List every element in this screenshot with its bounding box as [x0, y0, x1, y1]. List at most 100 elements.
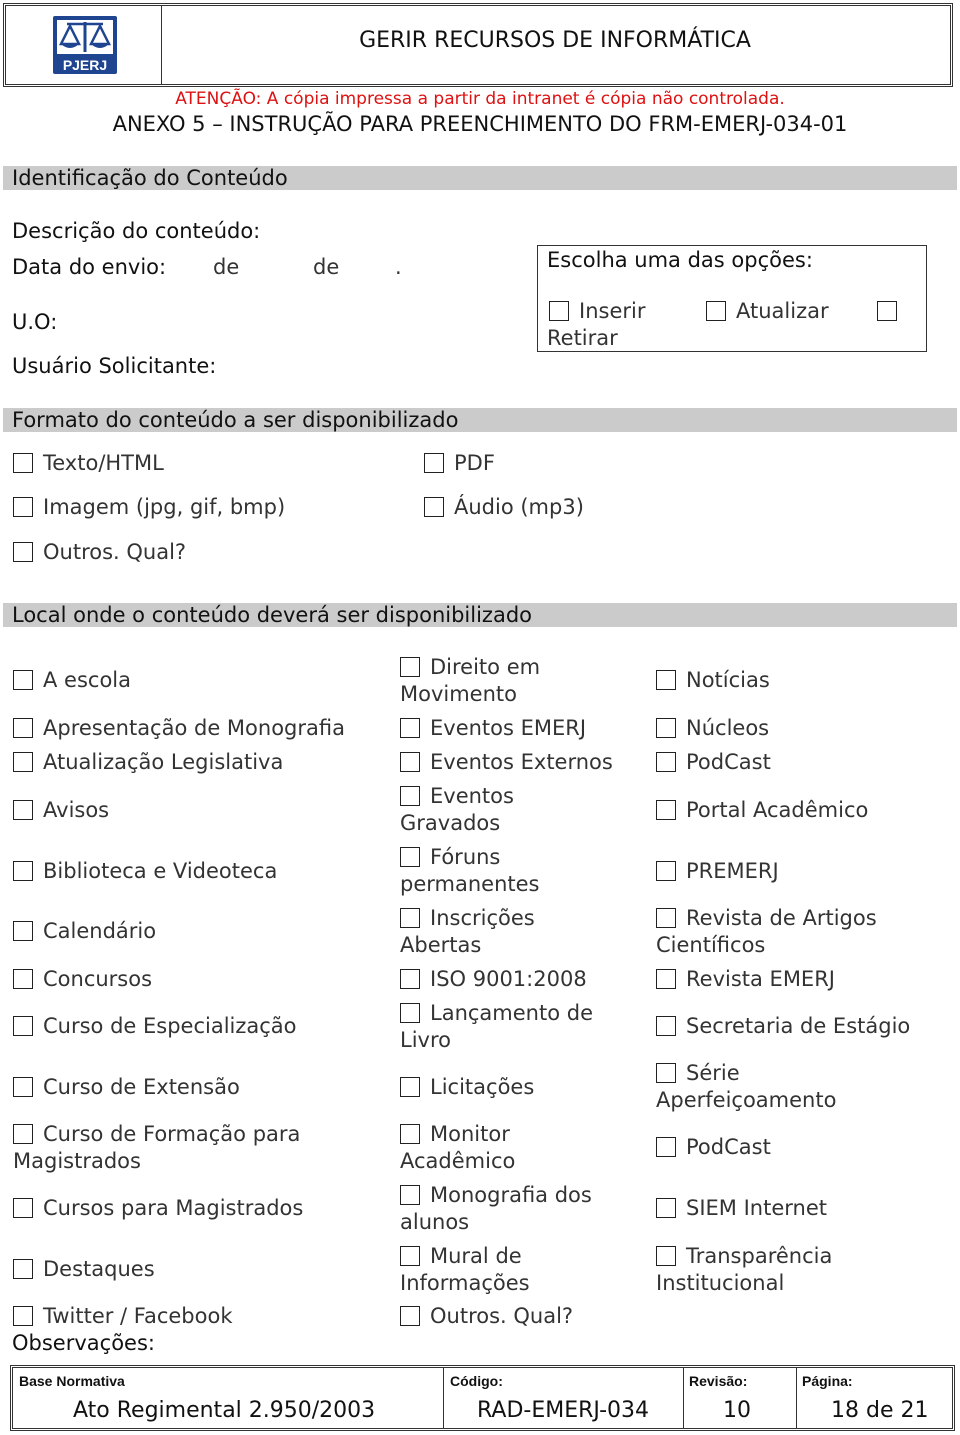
location-option-monografia-dos-alunos[interactable]: Monografia dos alunos — [400, 1182, 615, 1236]
checkbox[interactable] — [400, 1124, 420, 1144]
location-option-a-escola[interactable]: A escola — [13, 667, 131, 694]
location-option-direito-em-movimento[interactable]: Direito em Movimento — [400, 654, 615, 708]
checkbox[interactable] — [13, 921, 33, 941]
checkbox[interactable] — [13, 861, 33, 881]
checkbox[interactable] — [400, 786, 420, 806]
checkbox[interactable] — [13, 453, 33, 473]
location-option-apresentacao-de-monografia[interactable]: Apresentação de Monografia — [13, 715, 345, 742]
format-texto-html[interactable]: Texto/HTML — [13, 450, 164, 477]
checkbox[interactable] — [13, 752, 33, 772]
format-outros[interactable]: Outros. Qual? — [13, 539, 186, 566]
checkbox[interactable] — [400, 752, 420, 772]
option-label: ISO 9001:2008 — [430, 967, 587, 991]
location-option-cursos-para-magistrados[interactable]: Cursos para Magistrados — [13, 1195, 303, 1222]
checkbox[interactable] — [400, 718, 420, 738]
location-option-iso-9001-2008[interactable]: ISO 9001:2008 — [400, 966, 587, 993]
checkbox[interactable] — [400, 847, 420, 867]
location-option-serie-aperfeicoamento[interactable]: Série Aperfeiçoamento — [656, 1060, 916, 1114]
checkbox[interactable] — [656, 861, 676, 881]
location-option-monitor-academico[interactable]: Monitor Acadêmico — [400, 1121, 615, 1175]
checkbox[interactable] — [877, 301, 897, 321]
checkbox[interactable] — [13, 1016, 33, 1036]
options-title: Escolha uma das opções: — [547, 248, 813, 272]
checkbox[interactable] — [656, 969, 676, 989]
checkbox[interactable] — [400, 657, 420, 677]
checkbox[interactable] — [424, 453, 444, 473]
checkbox[interactable] — [656, 1198, 676, 1218]
location-option-outros-qual[interactable]: Outros. Qual? — [400, 1303, 573, 1330]
option-atualizar[interactable]: Atualizar — [706, 298, 829, 325]
location-option-secretaria-de-estagio[interactable]: Secretaria de Estágio — [656, 1013, 910, 1040]
checkbox[interactable] — [656, 1246, 676, 1266]
option-label: Destaques — [43, 1257, 155, 1281]
checkbox[interactable] — [656, 752, 676, 772]
pjerj-logo: PJERJ — [53, 16, 117, 74]
location-option-inscricoes-abertas[interactable]: Inscrições Abertas — [400, 905, 615, 959]
checkbox[interactable] — [656, 1016, 676, 1036]
location-option-eventos-emerj[interactable]: Eventos EMERJ — [400, 715, 586, 742]
checkbox[interactable] — [13, 969, 33, 989]
location-option-atualizacao-legislativa[interactable]: Atualização Legislativa — [13, 749, 283, 776]
location-option-eventos-externos[interactable]: Eventos Externos — [400, 749, 613, 776]
checkbox[interactable] — [706, 301, 726, 321]
checkbox[interactable] — [13, 718, 33, 738]
option-label: Cursos para Magistrados — [43, 1196, 304, 1220]
checkbox[interactable] — [13, 1198, 33, 1218]
option-label: Apresentação de Monografia — [43, 716, 345, 740]
location-option-nucleos[interactable]: Núcleos — [656, 715, 769, 742]
location-option-eventos-gravados[interactable]: Eventos Gravados — [400, 783, 615, 837]
location-option-siem-internet[interactable]: SIEM Internet — [656, 1195, 827, 1222]
location-option-transparencia-institucional[interactable]: Transparência Institucional — [656, 1243, 916, 1297]
option-retirar-checkbox[interactable] — [877, 298, 907, 325]
format-imagem[interactable]: Imagem (jpg, gif, bmp) — [13, 494, 285, 521]
location-option-curso-de-extensao[interactable]: Curso de Extensão — [13, 1074, 240, 1101]
checkbox[interactable] — [400, 969, 420, 989]
location-option-licitacoes[interactable]: Licitações — [400, 1074, 534, 1101]
checkbox[interactable] — [13, 670, 33, 690]
section-identification: Identificação do Conteúdo — [3, 166, 957, 190]
option-inserir[interactable]: Inserir — [549, 298, 645, 325]
location-option-noticias[interactable]: Notícias — [656, 667, 770, 694]
location-option-foruns-permanentes[interactable]: Fóruns permanentes — [400, 844, 615, 898]
checkbox[interactable] — [13, 497, 33, 517]
checkbox[interactable] — [549, 301, 569, 321]
location-option-podcast[interactable]: PodCast — [656, 749, 771, 776]
checkbox[interactable] — [400, 1003, 420, 1023]
location-option-portal-academico[interactable]: Portal Acadêmico — [656, 797, 868, 824]
location-option-premerj[interactable]: PREMERJ — [656, 858, 779, 885]
checkbox[interactable] — [13, 1077, 33, 1097]
location-option-lancamento-de-livro[interactable]: Lançamento de Livro — [400, 1000, 615, 1054]
checkbox[interactable] — [400, 1246, 420, 1266]
checkbox[interactable] — [400, 1077, 420, 1097]
location-option-revista-emerj[interactable]: Revista EMERJ — [656, 966, 835, 993]
location-option-podcast[interactable]: PodCast — [656, 1134, 771, 1161]
location-option-mural-de-informacoes[interactable]: Mural de Informações — [400, 1243, 615, 1297]
checkbox[interactable] — [656, 1137, 676, 1157]
checkbox[interactable] — [656, 800, 676, 820]
checkbox[interactable] — [13, 1124, 33, 1144]
location-option-destaques[interactable]: Destaques — [13, 1256, 155, 1283]
checkbox[interactable] — [424, 497, 444, 517]
checkbox[interactable] — [400, 1185, 420, 1205]
checkbox[interactable] — [656, 670, 676, 690]
checkbox[interactable] — [400, 1306, 420, 1326]
checkbox[interactable] — [656, 908, 676, 928]
format-pdf[interactable]: PDF — [424, 450, 495, 477]
location-option-biblioteca-e-videoteca[interactable]: Biblioteca e Videoteca — [13, 858, 277, 885]
location-option-revista-de-artigos-cientificos[interactable]: Revista de Artigos Científicos — [656, 905, 916, 959]
format-audio[interactable]: Áudio (mp3) — [424, 494, 584, 521]
location-option-twitter-facebook[interactable]: Twitter / Facebook — [13, 1303, 232, 1330]
location-option-concursos[interactable]: Concursos — [13, 966, 152, 993]
checkbox[interactable] — [13, 800, 33, 820]
location-option-avisos[interactable]: Avisos — [13, 797, 109, 824]
checkbox[interactable] — [656, 1063, 676, 1083]
checkbox[interactable] — [656, 718, 676, 738]
checkbox[interactable] — [400, 908, 420, 928]
checkbox[interactable] — [13, 542, 33, 562]
option-label: Biblioteca e Videoteca — [43, 859, 278, 883]
checkbox[interactable] — [13, 1306, 33, 1326]
location-option-calendario[interactable]: Calendário — [13, 918, 156, 945]
checkbox[interactable] — [13, 1259, 33, 1279]
location-option-curso-de-especializacao[interactable]: Curso de Especialização — [13, 1013, 297, 1040]
location-option-curso-de-formacao-para-magistrados[interactable]: Curso de Formação para Magistrados — [13, 1121, 343, 1175]
